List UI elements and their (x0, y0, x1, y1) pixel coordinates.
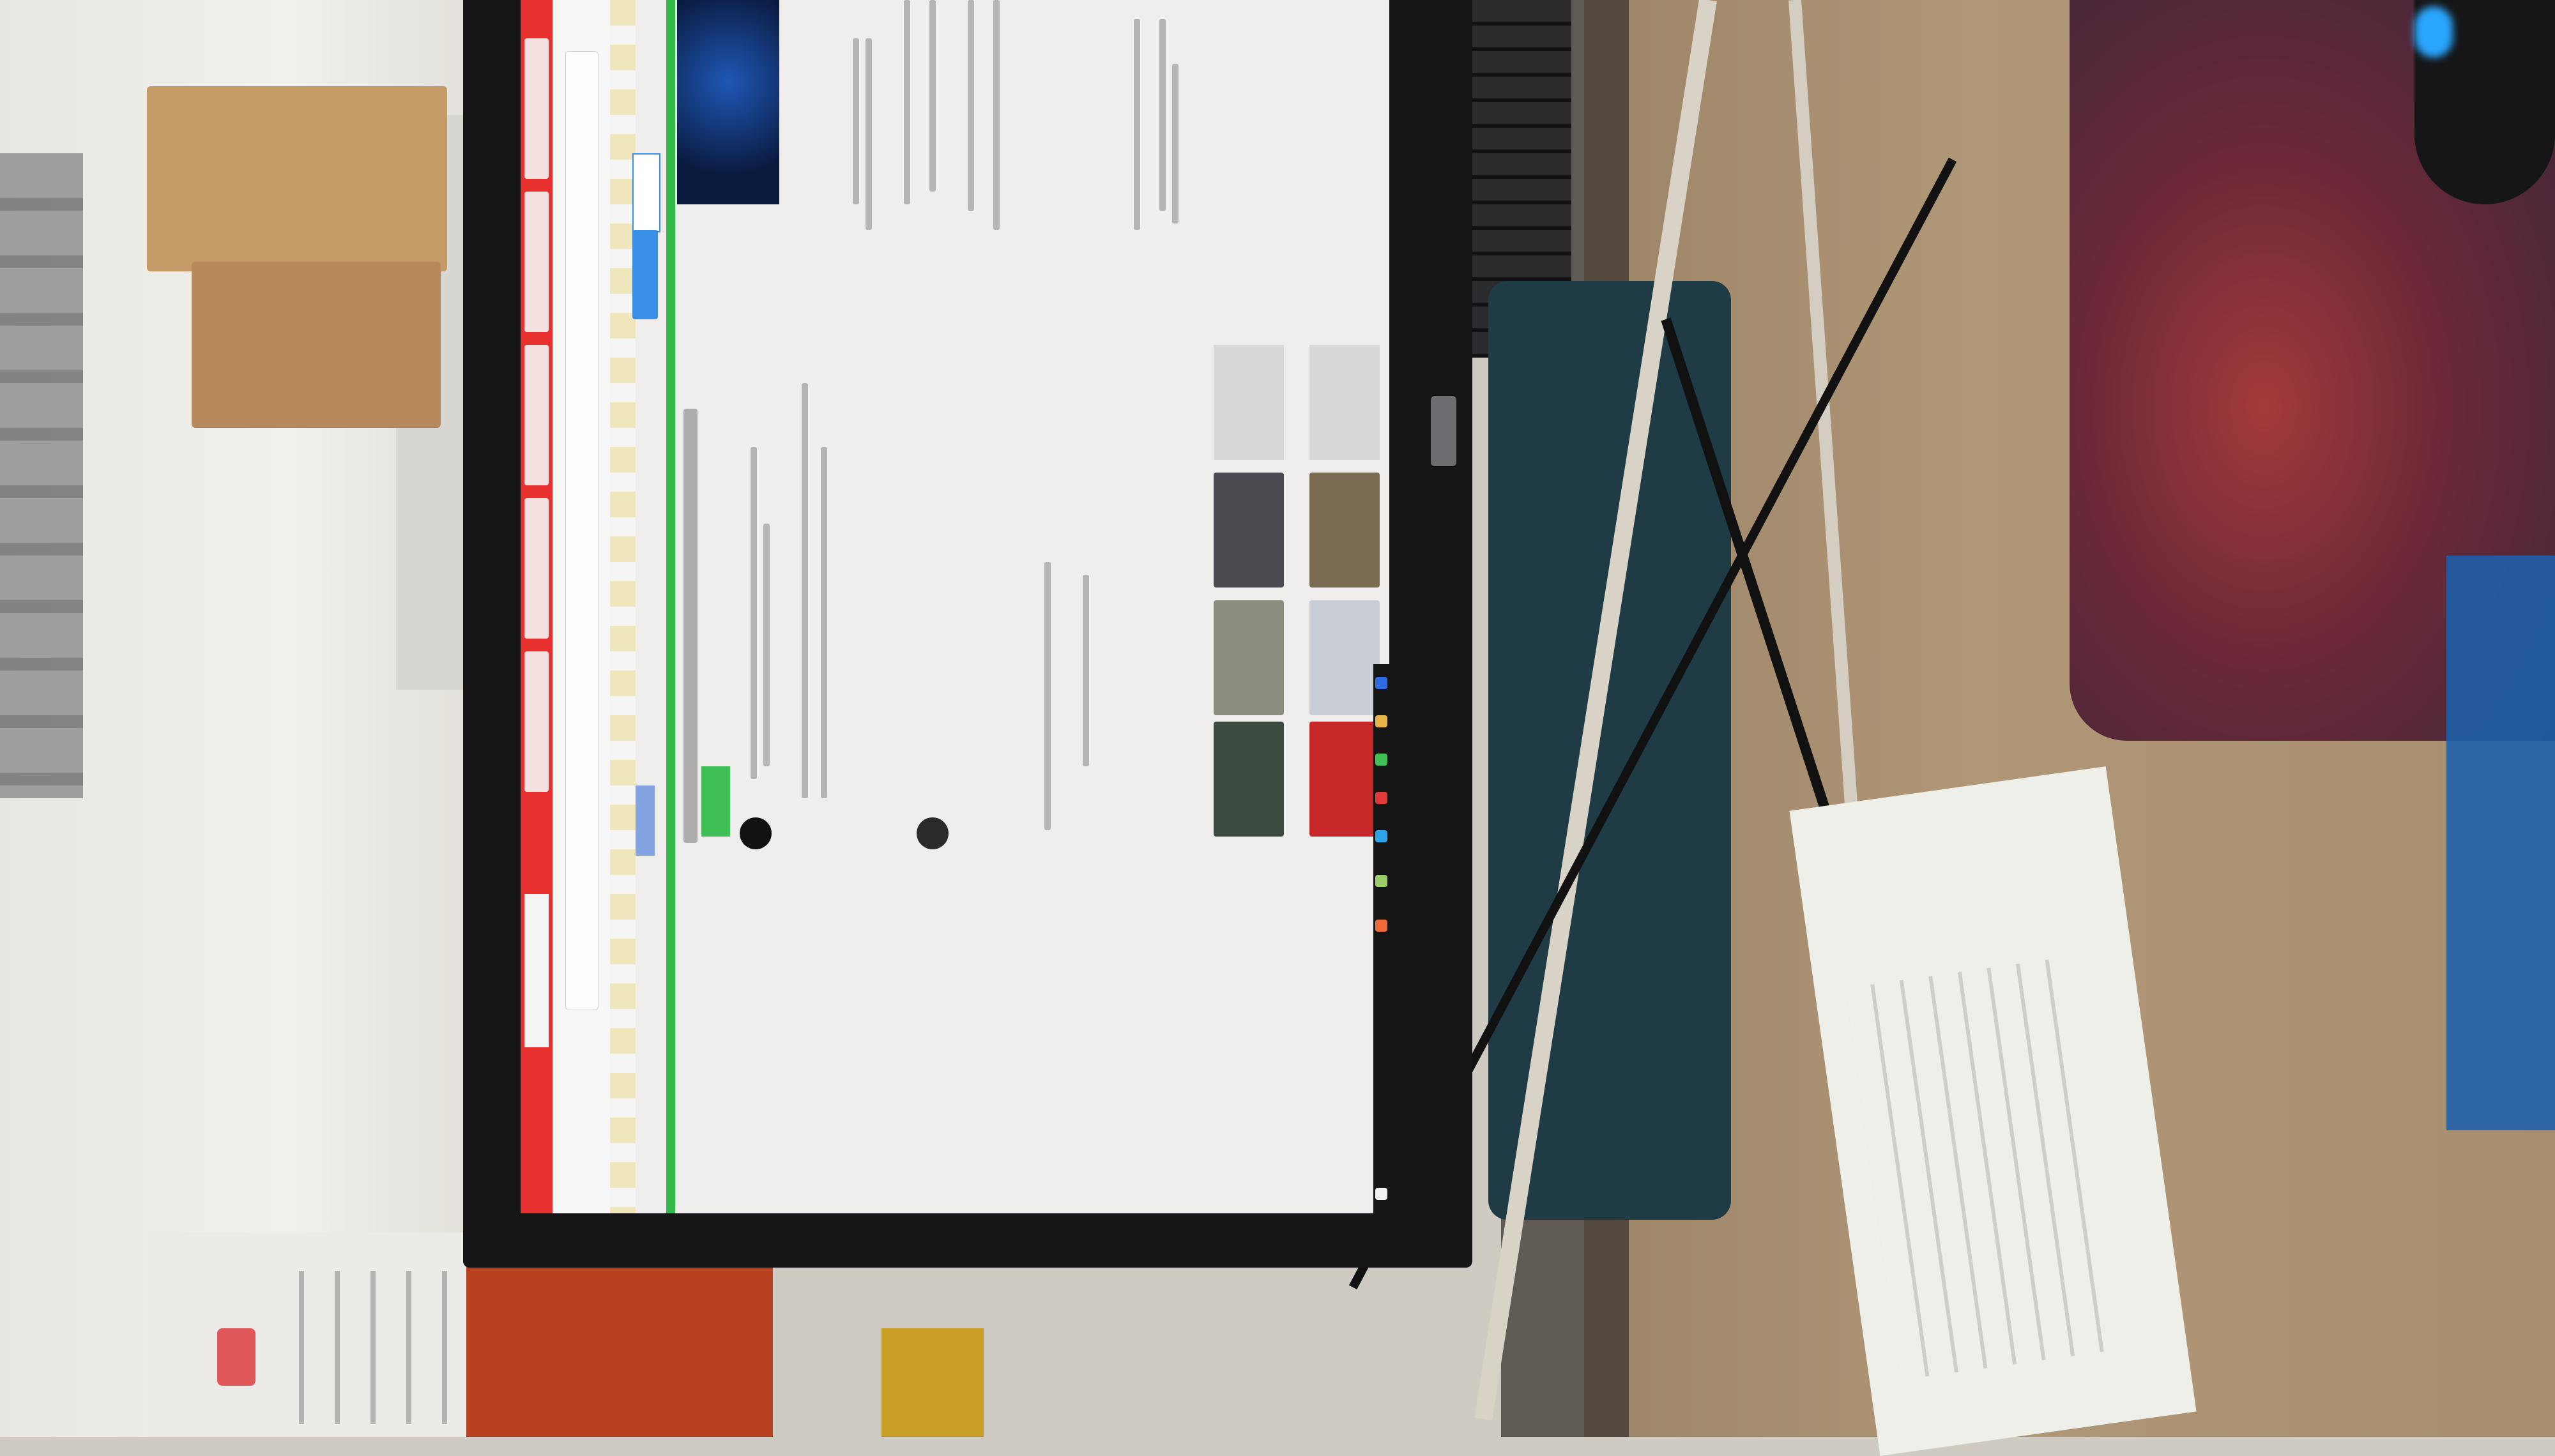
mouse-light (2414, 6, 2453, 57)
post-text-line (929, 0, 936, 192)
phone-thumbnail[interactable] (1309, 600, 1380, 715)
avatar[interactable] (917, 817, 949, 849)
browser-tab-active[interactable] (524, 894, 549, 1047)
yellow-sticker (881, 1328, 984, 1437)
post-text-line (1134, 19, 1140, 230)
phone-thumbnail[interactable] (1309, 473, 1380, 588)
post-text-line (1172, 64, 1178, 224)
site-logo[interactable] (636, 785, 655, 856)
product-thumbnail-grid (1214, 345, 1383, 837)
browser-tab[interactable] (524, 192, 549, 332)
browser-tab-strip (521, 0, 553, 1213)
post-text-line (802, 383, 808, 798)
browser-tab[interactable] (524, 498, 549, 639)
post-title[interactable] (683, 409, 698, 843)
post-text-line (763, 524, 770, 766)
red-seal (217, 1328, 256, 1386)
search-input[interactable] (632, 153, 660, 232)
wechat-icon[interactable] (1375, 792, 1387, 804)
thumbnail-placeholder[interactable] (1309, 345, 1380, 460)
chrome-icon[interactable] (1375, 677, 1387, 689)
phone-thumbnail[interactable] (1214, 600, 1284, 715)
search-button[interactable] (632, 230, 658, 319)
folder-icon[interactable] (1375, 715, 1387, 727)
qq-icon[interactable] (1375, 830, 1387, 842)
post-text-line (853, 38, 859, 204)
cardboard-box (192, 262, 441, 428)
post-tag-icon (701, 766, 730, 837)
post-text-line (1083, 575, 1089, 766)
mail-icon[interactable] (1375, 754, 1387, 766)
site-nav-accent (666, 0, 675, 1213)
post-text-line (866, 38, 872, 230)
browser-tab[interactable] (524, 651, 549, 792)
radiator (0, 153, 83, 798)
phone-thumbnail[interactable] (1214, 722, 1284, 837)
post-text-line (904, 0, 910, 204)
monitor-screen (521, 0, 1389, 1213)
phone-thumbnail[interactable] (1309, 722, 1380, 837)
ad-banner[interactable] (677, 0, 779, 204)
post-text-line (993, 0, 1000, 230)
cardboard-box (147, 86, 447, 271)
windows-taskbar (1373, 664, 1389, 1213)
search-icon[interactable] (1375, 875, 1387, 887)
windows-icon[interactable] (1375, 1188, 1387, 1200)
blue-binder (2446, 556, 2555, 1130)
post-text-line (1044, 562, 1051, 830)
post-text-line (968, 0, 974, 211)
post-text-line (821, 447, 827, 798)
monitor-logo (1431, 396, 1456, 466)
post-text-line (1159, 19, 1166, 211)
post-text-line (751, 447, 757, 779)
orange-cabinet (466, 1258, 773, 1437)
browser-tab[interactable] (524, 345, 549, 485)
browser-tab[interactable] (524, 38, 549, 179)
notice-text-lines (268, 1271, 447, 1424)
bookmarks-bar[interactable] (610, 0, 636, 1213)
address-bar[interactable] (565, 51, 599, 1010)
thumbnail-placeholder[interactable] (1214, 345, 1284, 460)
settings-icon[interactable] (1375, 920, 1387, 932)
phone-thumbnail[interactable] (1214, 473, 1284, 588)
avatar[interactable] (740, 817, 772, 849)
